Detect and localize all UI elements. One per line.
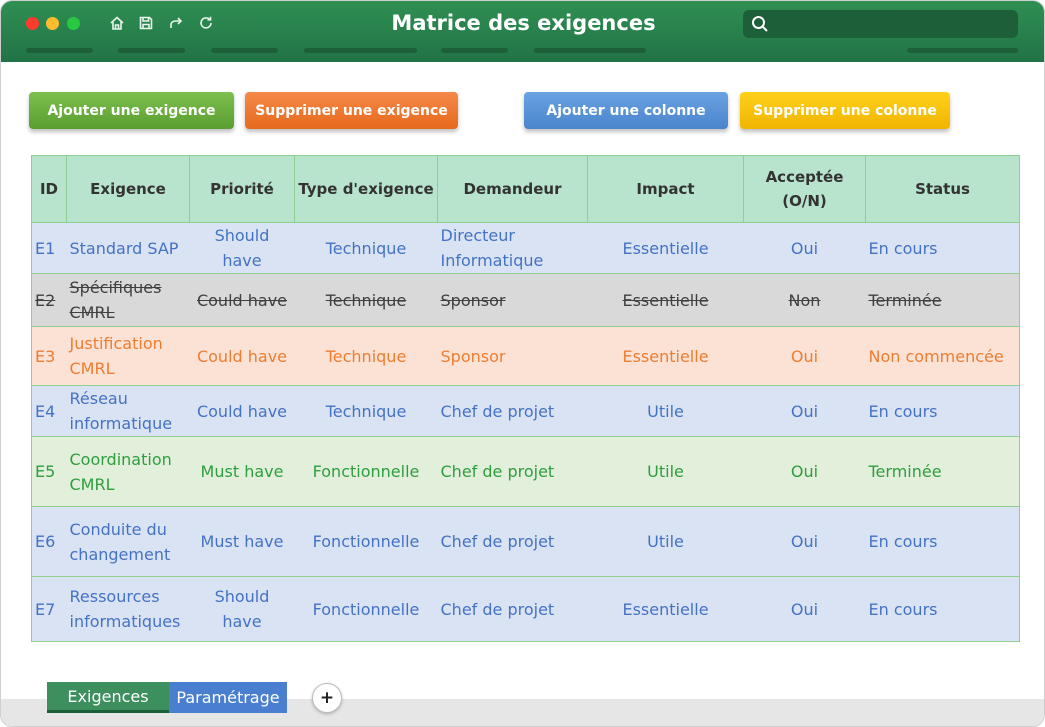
title-bar: Matrice des exigences xyxy=(1,1,1044,62)
column-header[interactable]: Acceptée (O/N) xyxy=(743,155,866,223)
cell-exigence[interactable]: Spécifiques CMRL xyxy=(66,273,190,327)
cell-type[interactable]: Technique xyxy=(294,222,438,274)
table-header-row: ID Exigence Priorité Type d'exigence Dem… xyxy=(31,155,1020,223)
cell-status[interactable]: Terminée xyxy=(865,436,1020,507)
cell-demandeur[interactable]: Chef de projet xyxy=(437,576,588,642)
table-row[interactable]: E6 Conduite du changement Must have Fonctio… xyxy=(31,506,1020,577)
cell-status[interactable]: Non commencée xyxy=(865,326,1020,386)
column-header[interactable]: Status xyxy=(865,155,1020,223)
cell-impact[interactable]: Utile xyxy=(587,385,744,437)
ribbon-placeholder xyxy=(211,48,278,53)
cell-id[interactable]: E4 xyxy=(31,385,67,437)
table-row[interactable]: E4 Réseau informatique Could have Technique… xyxy=(31,385,1020,437)
cell-type[interactable]: Fonctionnelle xyxy=(294,576,438,642)
cell-id[interactable]: E1 xyxy=(31,222,67,274)
ribbon-placeholder xyxy=(26,48,93,53)
cell-impact[interactable]: Essentielle xyxy=(587,576,744,642)
cell-acceptee[interactable]: Oui xyxy=(743,385,866,437)
delete-column-button[interactable]: Supprimer une colonne xyxy=(740,92,950,129)
cell-acceptee[interactable]: Oui xyxy=(743,576,866,642)
search-input[interactable] xyxy=(775,13,1010,35)
cell-type[interactable]: Fonctionnelle xyxy=(294,506,438,577)
cell-demandeur[interactable]: Sponsor xyxy=(437,273,588,327)
cell-demandeur[interactable]: Chef de projet xyxy=(437,436,588,507)
cell-status[interactable]: En cours xyxy=(865,385,1020,437)
sheet-tab-exigences[interactable]: Exigences xyxy=(47,682,169,713)
cell-id[interactable]: E6 xyxy=(31,506,67,577)
app-window: Matrice des exigences Ajouter une exigen… xyxy=(0,0,1045,727)
cell-demandeur[interactable]: Directeur Informatique xyxy=(437,222,588,274)
cell-exigence[interactable]: Standard SAP xyxy=(66,222,190,274)
cell-exigence[interactable]: Ressources informatiques xyxy=(66,576,190,642)
cell-priorite[interactable]: Should have xyxy=(189,222,295,274)
table-row[interactable]: E3 Justification CMRL Could have Technique S… xyxy=(31,326,1020,386)
cell-type[interactable]: Fonctionnelle xyxy=(294,436,438,507)
cell-priorite[interactable]: Should have xyxy=(189,576,295,642)
add-column-button[interactable]: Ajouter une colonne xyxy=(524,92,728,129)
cell-status[interactable]: En cours xyxy=(865,222,1020,274)
cell-id[interactable]: E2 xyxy=(31,273,67,327)
ribbon-placeholder xyxy=(304,48,417,53)
requirements-table: ID Exigence Priorité Type d'exigence Dem… xyxy=(31,155,1020,642)
ribbon-placeholder xyxy=(907,48,1018,53)
cell-acceptee[interactable]: Non xyxy=(743,273,866,327)
column-header[interactable]: Exigence xyxy=(66,155,190,223)
search-box[interactable] xyxy=(743,10,1018,38)
cell-impact[interactable]: Essentielle xyxy=(587,273,744,327)
cell-impact[interactable]: Essentielle xyxy=(587,326,744,386)
cell-exigence[interactable]: Conduite du changement xyxy=(66,506,190,577)
cell-type[interactable]: Technique xyxy=(294,385,438,437)
cell-impact[interactable]: Essentielle xyxy=(587,222,744,274)
column-header[interactable]: Impact xyxy=(587,155,744,223)
cell-demandeur[interactable]: Chef de projet xyxy=(437,506,588,577)
cell-priorite[interactable]: Could have xyxy=(189,385,295,437)
cell-priorite[interactable]: Could have xyxy=(189,273,295,327)
cell-impact[interactable]: Utile xyxy=(587,436,744,507)
cell-priorite[interactable]: Must have xyxy=(189,506,295,577)
cell-priorite[interactable]: Could have xyxy=(189,326,295,386)
ribbon-placeholder xyxy=(118,48,185,53)
cell-acceptee[interactable]: Oui xyxy=(743,506,866,577)
ribbon-placeholder xyxy=(534,48,646,53)
column-header[interactable]: Priorité xyxy=(189,155,295,223)
column-header[interactable]: Type d'exigence xyxy=(294,155,438,223)
cell-acceptee[interactable]: Oui xyxy=(743,436,866,507)
cell-acceptee[interactable]: Oui xyxy=(743,222,866,274)
column-header[interactable]: ID xyxy=(31,155,67,223)
cell-type[interactable]: Technique xyxy=(294,273,438,327)
ribbon-placeholder xyxy=(441,48,508,53)
delete-requirement-button[interactable]: Supprimer une exigence xyxy=(245,92,458,129)
cell-exigence[interactable]: Réseau informatique xyxy=(66,385,190,437)
cell-impact[interactable]: Utile xyxy=(587,506,744,577)
cell-status[interactable]: Terminée xyxy=(865,273,1020,327)
add-requirement-button[interactable]: Ajouter une exigence xyxy=(29,92,234,129)
table-row[interactable]: E1 Standard SAP Should have Technique Direct… xyxy=(31,222,1020,274)
cell-id[interactable]: E7 xyxy=(31,576,67,642)
cell-exigence[interactable]: Justification CMRL xyxy=(66,326,190,386)
cell-id[interactable]: E3 xyxy=(31,326,67,386)
cell-acceptee[interactable]: Oui xyxy=(743,326,866,386)
search-icon xyxy=(751,15,769,33)
cell-status[interactable]: En cours xyxy=(865,576,1020,642)
cell-demandeur[interactable]: Sponsor xyxy=(437,326,588,386)
cell-demandeur[interactable]: Chef de projet xyxy=(437,385,588,437)
table-row[interactable]: E7 Ressources informatiques Should have Fon… xyxy=(31,576,1020,642)
sheet-tab-parametrage[interactable]: Paramétrage xyxy=(169,682,287,713)
table-row[interactable]: E5 Coordination CMRL Must have Fonctionnell… xyxy=(31,436,1020,507)
cell-priorite[interactable]: Must have xyxy=(189,436,295,507)
cell-status[interactable]: En cours xyxy=(865,506,1020,577)
cell-type[interactable]: Technique xyxy=(294,326,438,386)
table-row[interactable]: E2 Spécifiques CMRL Could have Technique Spo… xyxy=(31,273,1020,327)
add-sheet-button[interactable]: + xyxy=(312,683,342,713)
column-header[interactable]: Demandeur xyxy=(437,155,588,223)
cell-exigence[interactable]: Coordination CMRL xyxy=(66,436,190,507)
cell-id[interactable]: E5 xyxy=(31,436,67,507)
